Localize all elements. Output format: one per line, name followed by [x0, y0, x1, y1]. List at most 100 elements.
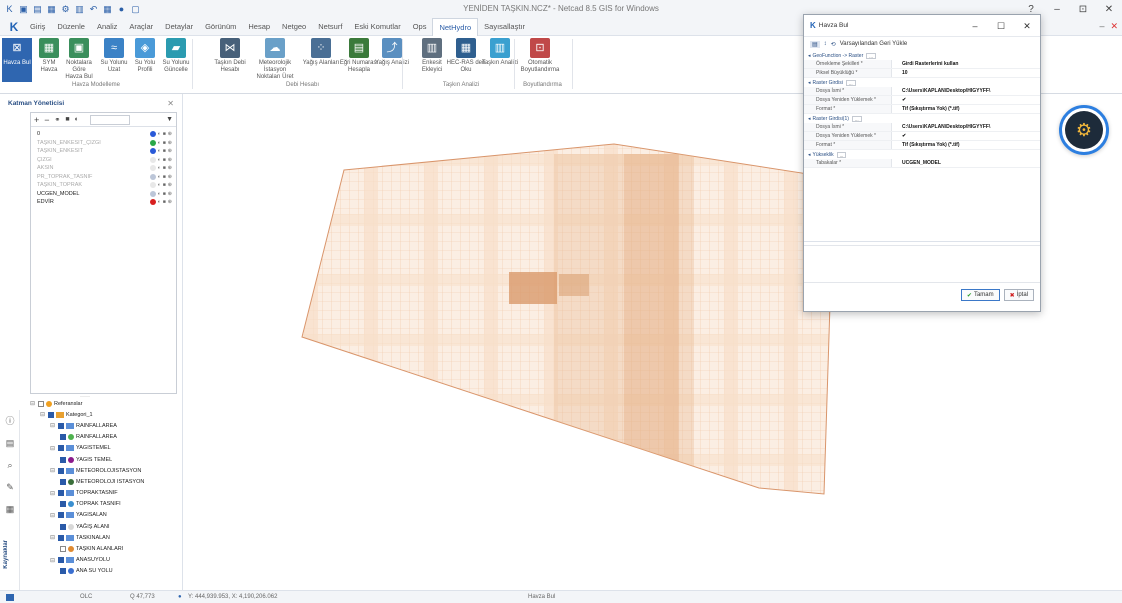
- layer-row[interactable]: TAŞKIN_ENKESIT ◐ ■ ⊕: [31, 147, 176, 156]
- print-icon[interactable]: ▥: [74, 4, 85, 15]
- layer-print-icon[interactable]: ⊕: [168, 191, 172, 197]
- minimize-button[interactable]: –: [1044, 0, 1070, 18]
- lock-icon[interactable]: ■: [65, 116, 69, 123]
- layer-color-icon[interactable]: [149, 182, 156, 188]
- undo-icon[interactable]: ↶: [88, 4, 99, 15]
- checkbox[interactable]: [58, 490, 64, 497]
- layer-row[interactable]: UCGEN_MODEL ◐ ■ ⊕: [31, 190, 176, 199]
- ok-button[interactable]: ✔ Tamam: [960, 289, 1000, 301]
- eye-icon[interactable]: ◐: [75, 116, 79, 123]
- layer-visible-icon[interactable]: ◐: [158, 165, 161, 171]
- menu-tab[interactable]: Eski Komutlar: [348, 18, 406, 36]
- layer-visible-icon[interactable]: ◐: [158, 182, 161, 188]
- menu-tab[interactable]: Düzenle: [51, 18, 91, 36]
- categorized-icon[interactable]: ▤: [810, 40, 820, 48]
- ribbon-button[interactable]: ⋈ Taşkın Debi Hesabı: [210, 38, 250, 74]
- cancel-button[interactable]: ✖ İptal: [1003, 289, 1034, 301]
- sort-icon[interactable]: ↕: [824, 41, 827, 47]
- dialog-maximize-button[interactable]: ☐: [988, 15, 1014, 37]
- layer-print-icon[interactable]: ⊕: [168, 148, 172, 154]
- layer-color-icon[interactable]: [149, 190, 156, 197]
- ribbon-button[interactable]: ⁘ Yağış Alanları: [301, 38, 341, 67]
- expand-icon[interactable]: ⊟: [50, 490, 56, 497]
- property-value[interactable]: Tif (Sıkıştırma Yok) (*.tif): [892, 141, 1040, 149]
- layer-color-icon[interactable]: [149, 199, 156, 205]
- expand-icon[interactable]: ⊟: [50, 467, 56, 474]
- property-value[interactable]: ✔: [892, 132, 1040, 140]
- dialog-splitter[interactable]: [804, 241, 1040, 242]
- layer-visible-icon[interactable]: ◐: [158, 148, 161, 154]
- property-section[interactable]: ◂ GeoFunction -> Raster...: [804, 51, 1040, 60]
- tree-item[interactable]: ⊟ Referanslar: [30, 398, 176, 409]
- tree-item[interactable]: ⊟ TOPRAKTASNIF: [30, 488, 176, 499]
- layer-color-icon[interactable]: [149, 131, 156, 137]
- property-row[interactable]: Örnekleme Şekilleri * Girdi Rasterlerini …: [804, 60, 1040, 69]
- menu-tab[interactable]: Netgeo: [276, 18, 312, 36]
- checkbox[interactable]: [60, 568, 66, 575]
- tree-item[interactable]: TAŞKIN ALANLARI: [30, 543, 176, 554]
- layer-lock-icon[interactable]: ■: [163, 174, 166, 180]
- menu-tab[interactable]: Detaylar: [159, 18, 199, 36]
- layer-print-icon[interactable]: ⊕: [168, 165, 172, 171]
- menu-tab[interactable]: Hesap: [242, 18, 276, 36]
- property-value[interactable]: Girdi Rasterlerini kullan: [892, 60, 1040, 68]
- filter-icon[interactable]: ▼: [166, 116, 173, 123]
- app-icon[interactable]: K: [4, 4, 15, 15]
- collapse-icon[interactable]: ◂: [808, 53, 811, 59]
- layer-visible-icon[interactable]: ◐: [158, 199, 161, 205]
- layer-print-icon[interactable]: ⊕: [168, 174, 172, 180]
- add-layer-icon[interactable]: +: [34, 115, 39, 125]
- catchment-polygon[interactable]: [301, 143, 835, 495]
- layer-lock-icon[interactable]: ■: [163, 182, 166, 188]
- property-section[interactable]: ◂ Raster Girdisi...: [804, 78, 1040, 87]
- layer-lock-icon[interactable]: ■: [163, 157, 166, 163]
- grid-icon[interactable]: ▦: [102, 4, 113, 15]
- link-icon[interactable]: ⚭: [55, 116, 61, 124]
- side-strip-label[interactable]: Kaynaklar: [3, 540, 9, 569]
- layer-row[interactable]: 0 ◐ ■ ⊕: [31, 130, 176, 139]
- layer-row[interactable]: PR_TOPRAK_TASNIF ◐ ■ ⊕: [31, 173, 176, 182]
- close-button[interactable]: ✕: [1096, 0, 1122, 18]
- tools-icon[interactable]: ✎: [0, 476, 20, 498]
- ribbon-button[interactable]: ⊡ Otomatik Boyutlandırma: [520, 38, 560, 74]
- layers-icon[interactable]: ▤: [0, 432, 20, 454]
- layer-print-icon[interactable]: ⊕: [168, 140, 172, 146]
- property-row[interactable]: Dosya İsmi * C:\Users\KAPLAN\Desktop\HIGY…: [804, 87, 1040, 96]
- checkbox[interactable]: [58, 534, 64, 541]
- layer-visible-icon[interactable]: ◐: [158, 157, 161, 163]
- checkbox[interactable]: [58, 512, 64, 519]
- layer-lock-icon[interactable]: ■: [163, 199, 166, 205]
- open-file-icon[interactable]: ▤: [32, 4, 43, 15]
- menu-tab[interactable]: Netsurf: [312, 18, 348, 36]
- close-doc-icon[interactable]: ✕: [1110, 21, 1118, 32]
- layer-print-icon[interactable]: ⊕: [168, 157, 172, 163]
- layer-color-icon[interactable]: [149, 148, 156, 154]
- checkbox[interactable]: [60, 478, 66, 485]
- property-section[interactable]: ◂ Yükseklik...: [804, 150, 1040, 159]
- layer-lock-icon[interactable]: ■: [163, 131, 166, 137]
- layer-lock-icon[interactable]: ■: [163, 165, 166, 171]
- layer-visible-icon[interactable]: ◐: [158, 131, 161, 137]
- ribbon-button[interactable]: ▰ Su Yolunu Güncelle: [161, 38, 191, 74]
- maximize-button[interactable]: ⊡: [1070, 0, 1096, 18]
- checkbox[interactable]: [48, 411, 54, 418]
- checkbox[interactable]: [38, 400, 44, 407]
- tree-item[interactable]: ⊟ Kategori_1: [30, 409, 176, 420]
- pin-icon[interactable]: ✕: [167, 99, 174, 108]
- layer-visible-icon[interactable]: ◐: [158, 174, 161, 180]
- status-zoom[interactable]: Q 47,773: [130, 594, 155, 600]
- collapse-icon[interactable]: ◂: [808, 80, 811, 86]
- layer-color-icon[interactable]: [149, 156, 156, 163]
- layer-search-input[interactable]: [89, 114, 130, 125]
- property-row[interactable]: Piksel Büyüklüğü * 10: [804, 69, 1040, 78]
- expand-icon[interactable]: ⊟: [50, 534, 56, 541]
- tree-item[interactable]: YAGIS TEMEL: [30, 454, 176, 465]
- menu-tab[interactable]: NetHydro: [432, 17, 479, 36]
- tree-item[interactable]: YAĞIŞ ALANI: [30, 521, 176, 532]
- menu-tab[interactable]: Ops: [407, 18, 433, 36]
- checkbox[interactable]: [60, 523, 66, 530]
- property-value[interactable]: 10: [892, 69, 1040, 77]
- section-options-button[interactable]: ...: [866, 52, 876, 59]
- tree-item[interactable]: TOPRAK TASNIFI: [30, 499, 176, 510]
- layer-color-icon[interactable]: [149, 165, 156, 171]
